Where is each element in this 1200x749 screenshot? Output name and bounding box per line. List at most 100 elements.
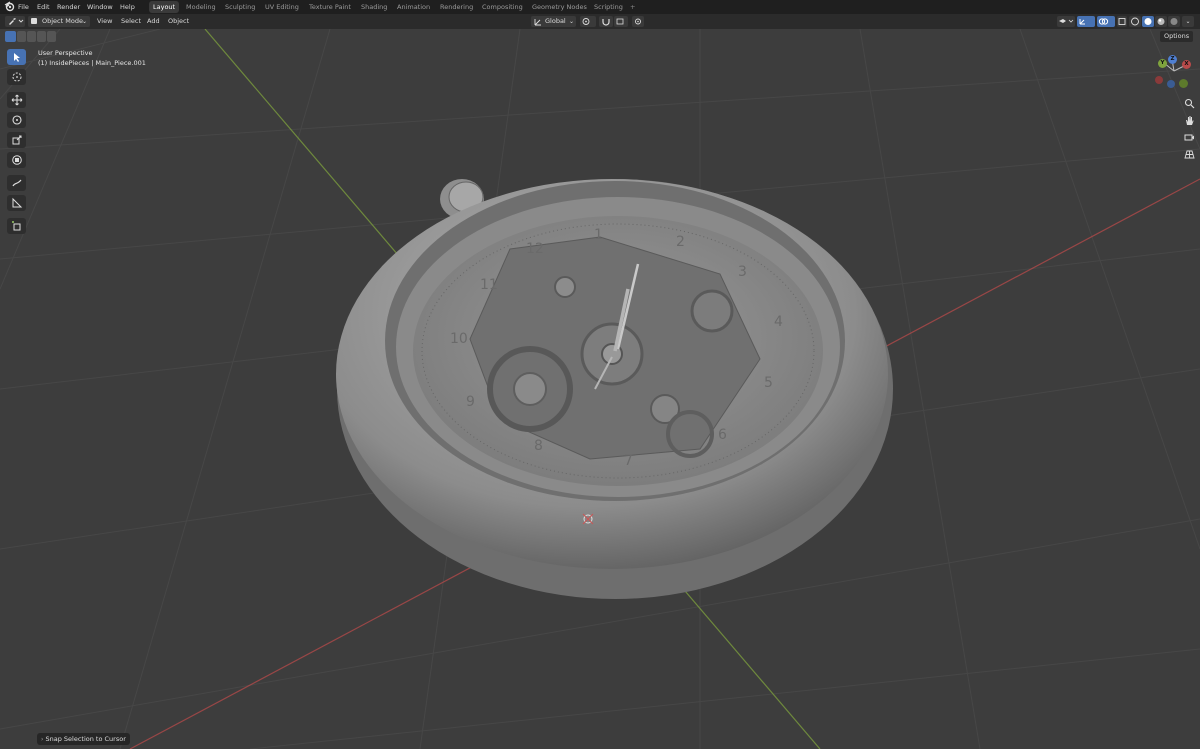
cursor-arrow-icon <box>13 53 20 62</box>
tab-animation[interactable]: Animation <box>393 1 434 13</box>
menu-edit[interactable]: Edit <box>37 0 50 14</box>
overlays-toggle-button[interactable] <box>1097 16 1115 27</box>
dial-numeral-2: 2 <box>676 234 685 250</box>
camera-view-button[interactable] <box>1182 130 1196 144</box>
tool-add-cube[interactable] <box>7 218 26 234</box>
tool-annotate[interactable] <box>7 175 26 191</box>
gizmo-z-icon[interactable]: Z <box>1168 55 1177 64</box>
tool-select-box[interactable] <box>7 49 26 65</box>
tool-move[interactable] <box>7 92 26 108</box>
scale-icon <box>12 135 21 145</box>
tool-scale[interactable] <box>7 132 26 148</box>
pocket-watch-model <box>336 179 893 599</box>
xray-toggle-button[interactable] <box>1117 16 1127 27</box>
tab-geometry-nodes[interactable]: Geometry Nodes <box>528 1 591 13</box>
shading-material-button[interactable] <box>1155 16 1167 27</box>
snap-target-button[interactable] <box>614 16 628 27</box>
object-visibility-button[interactable] <box>1057 16 1075 27</box>
tool-cursor[interactable] <box>7 69 26 85</box>
magnet-icon <box>602 19 610 26</box>
viewport-scene <box>0 29 1200 749</box>
mode-dropdown[interactable]: Object Mode ⌄ <box>28 16 90 27</box>
status-message: › Snap Selection to Cursor <box>37 733 130 745</box>
blender-logo-icon[interactable] <box>4 0 15 14</box>
hand-icon <box>1185 115 1193 125</box>
ruler-icon <box>12 197 22 208</box>
select-intersect-button[interactable] <box>47 31 56 42</box>
shading-options-button[interactable]: ⌄ <box>1182 16 1194 27</box>
menu-render[interactable]: Render <box>57 0 80 14</box>
gizmo-neg-z-icon[interactable] <box>1167 80 1175 88</box>
snap-increment-icon <box>616 18 624 25</box>
gizmo-neg-x-icon[interactable] <box>1155 76 1163 84</box>
shading-wireframe-button[interactable] <box>1129 16 1141 27</box>
tab-shading[interactable]: Shading <box>357 1 391 13</box>
gizmo-neg-y-icon[interactable] <box>1179 79 1188 88</box>
dial-numeral-5: 5 <box>764 375 773 391</box>
pivot-point-button[interactable] <box>580 16 596 27</box>
tab-layout[interactable]: Layout <box>149 1 180 13</box>
transform-orientation-dropdown[interactable]: Global ⌄ <box>531 16 576 27</box>
move-arrows-icon <box>11 94 22 106</box>
tab-modeling[interactable]: Modeling <box>182 1 220 13</box>
menu-add[interactable]: Add <box>147 15 160 28</box>
xray-icon <box>1118 18 1126 25</box>
tab-rendering[interactable]: Rendering <box>436 1 477 13</box>
tool-measure[interactable] <box>7 195 26 211</box>
tab-texture-paint[interactable]: Texture Paint <box>305 1 355 13</box>
gizmo-x-icon[interactable]: X <box>1182 60 1191 69</box>
status-text: Snap Selection to Cursor <box>45 735 126 743</box>
grid-icon <box>1183 150 1195 158</box>
proportional-icon <box>635 18 641 25</box>
navigation-gizmo[interactable]: Z Y X <box>1152 53 1196 91</box>
pivot-icon <box>582 18 590 25</box>
tool-rotate[interactable] <box>7 112 26 128</box>
gizmo-icon <box>1079 19 1085 25</box>
shading-solid-button[interactable] <box>1142 16 1154 27</box>
tab-uv-editing[interactable]: UV Editing <box>261 1 303 13</box>
dial-numeral-12: 12 <box>526 241 544 257</box>
pan-view-button[interactable] <box>1182 113 1196 127</box>
dial-numeral-9: 9 <box>466 394 475 410</box>
3d-viewport[interactable]: 1 2 3 4 5 6 7 8 9 10 11 12 User Perspect… <box>0 29 1200 749</box>
select-invert-button[interactable] <box>37 31 46 42</box>
overlays-icon <box>1098 18 1109 25</box>
snap-toggle-button[interactable] <box>599 16 613 27</box>
menu-select[interactable]: Select <box>121 15 141 28</box>
tab-sculpting[interactable]: Sculpting <box>221 1 259 13</box>
gizmo-toggle-button[interactable] <box>1077 16 1095 27</box>
dial-numeral-7: 7 <box>624 453 633 469</box>
tool-transform[interactable] <box>7 152 26 168</box>
tab-scripting[interactable]: Scripting <box>590 1 627 13</box>
add-workspace-button[interactable]: + <box>626 1 639 13</box>
select-extend-button[interactable] <box>17 31 26 42</box>
camera-icon <box>1184 134 1194 140</box>
mode-label: Object Mode <box>42 17 83 25</box>
object-origin-icon <box>582 513 594 525</box>
dial-numeral-4: 4 <box>774 314 783 330</box>
menu-object[interactable]: Object <box>168 15 189 28</box>
options-dropdown[interactable]: Options <box>1160 31 1194 42</box>
rotate-icon <box>11 115 22 125</box>
dial-numeral-11: 11 <box>480 277 498 293</box>
editor-type-button[interactable] <box>5 16 25 27</box>
perspective-toggle-button[interactable] <box>1182 147 1196 161</box>
zoom-view-button[interactable] <box>1182 96 1196 110</box>
select-new-button[interactable] <box>5 31 16 42</box>
dial-numeral-1: 1 <box>594 227 603 243</box>
pencil-icon <box>11 179 21 187</box>
transform-icon <box>11 155 22 165</box>
menu-view[interactable]: View <box>97 15 112 28</box>
gizmo-y-icon[interactable]: Y <box>1158 59 1167 68</box>
menu-help[interactable]: Help <box>120 0 135 14</box>
viewport-header: Object Mode ⌄ View Select Add Object Glo… <box>0 14 1200 29</box>
tab-compositing[interactable]: Compositing <box>478 1 527 13</box>
select-subtract-button[interactable] <box>27 31 36 42</box>
proportional-editing-button[interactable] <box>632 16 644 27</box>
orientation-label: Global <box>545 17 566 25</box>
shading-rendered-button[interactable] <box>1168 16 1180 27</box>
3d-cursor-icon <box>12 72 21 82</box>
object-info-label: (1) InsidePieces | Main_Piece.001 <box>38 59 146 67</box>
menu-file[interactable]: File <box>18 0 29 14</box>
menu-window[interactable]: Window <box>87 0 113 14</box>
